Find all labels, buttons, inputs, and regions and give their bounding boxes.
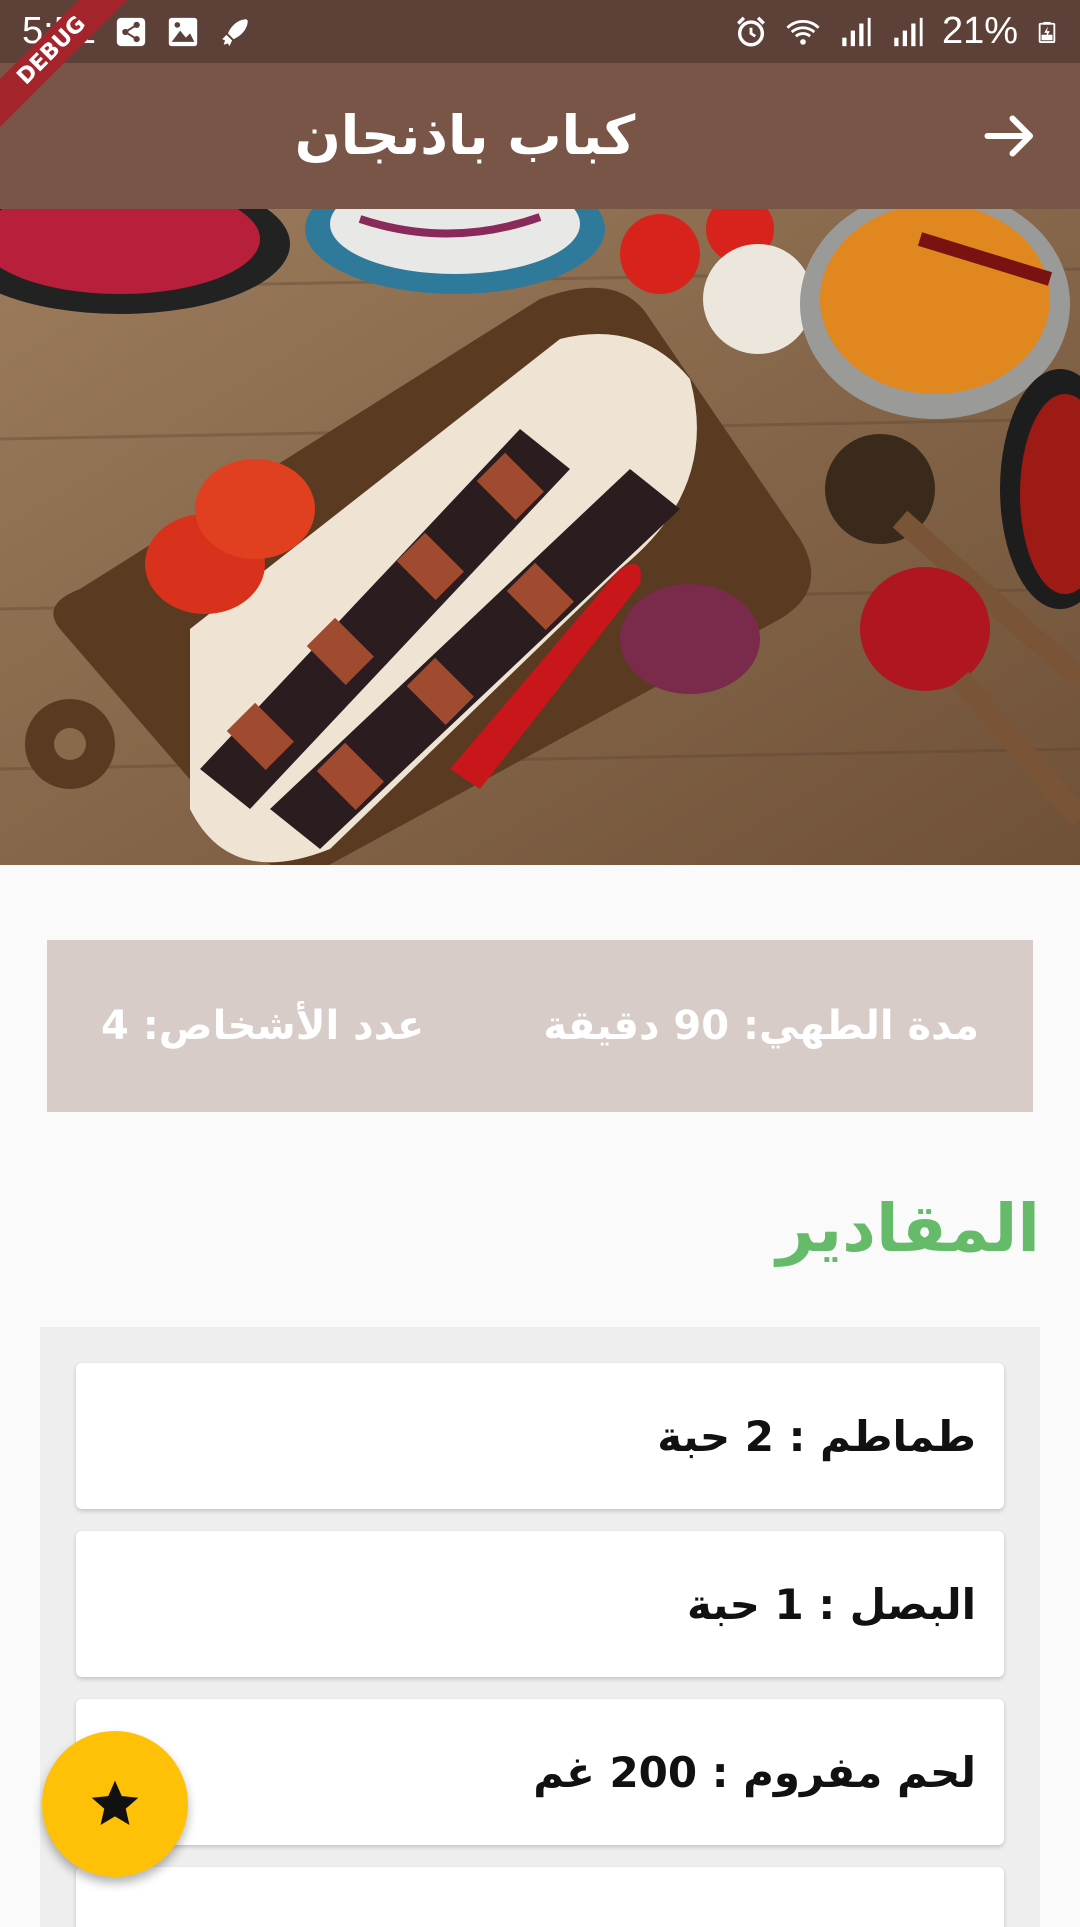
status-bar-right: 21% bbox=[734, 10, 1058, 53]
image-icon bbox=[168, 17, 198, 46]
arrow-forward-icon[interactable] bbox=[980, 106, 1040, 166]
ingredient-item: طماطم : 2 حبة bbox=[76, 1363, 1004, 1509]
rocket-icon bbox=[222, 18, 248, 46]
eggplant-kebab-photo bbox=[0, 209, 1080, 865]
wifi-icon bbox=[786, 19, 820, 45]
battery-percent: 21% bbox=[941, 10, 1018, 52]
recipe-image bbox=[0, 209, 1080, 865]
share-icon bbox=[116, 17, 146, 46]
alarm-icon bbox=[736, 16, 765, 46]
ingredient-item: لحم مفروم : 200 غم bbox=[76, 1699, 1004, 1845]
battery-icon bbox=[1038, 21, 1056, 43]
ingredients-list: طماطم : 2 حبة البصل : 1 حبة لحم مفروم : … bbox=[40, 1327, 1040, 1927]
app-bar: كباب باذنجان bbox=[0, 63, 1080, 209]
ingredient-item bbox=[76, 1867, 1004, 1927]
recipe-info-box: مدة الطهي: 90 دقيقة عدد الأشخاص: 4 bbox=[47, 940, 1033, 1112]
signal-icon bbox=[894, 17, 923, 46]
cook-time: مدة الطهي: 90 دقيقة bbox=[543, 1003, 979, 1049]
ingredients-title: المقادير bbox=[776, 1190, 1040, 1267]
signal-icon bbox=[842, 17, 871, 46]
star-icon bbox=[91, 1780, 139, 1825]
servings: عدد الأشخاص: 4 bbox=[101, 1003, 425, 1049]
status-bar: 5:51 bbox=[0, 0, 1080, 63]
page-title: كباب باذنجان bbox=[294, 104, 636, 167]
favorite-button[interactable] bbox=[42, 1731, 188, 1877]
ingredient-item: البصل : 1 حبة bbox=[76, 1531, 1004, 1677]
